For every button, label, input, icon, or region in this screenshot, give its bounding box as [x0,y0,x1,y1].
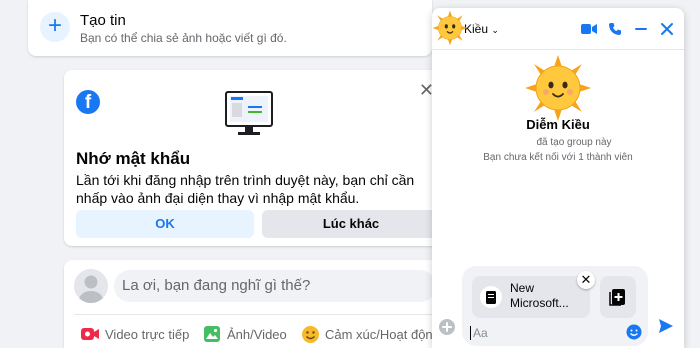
feeling-icon [300,325,320,343]
feeling-activity-label: Cảm xúc/Hoạt động [325,326,440,342]
send-icon[interactable] [658,318,674,334]
add-file-button[interactable] [600,276,636,318]
create-story-card[interactable]: + Tạo tin Bạn có thể chia sẻ ảnh hoặc vi… [28,0,432,56]
video-call-icon[interactable] [578,18,600,40]
connection-info-text: Bạn chưa kết nối với 1 thành viên [483,152,633,163]
remember-password-text: Lần tới khi đăng nhập trên trình duyệt n… [76,172,415,206]
live-video-button[interactable]: Video trực tiếp [80,322,189,346]
remove-attachment-icon[interactable]: ✕ [577,271,595,289]
chat-profile-name: Diễm Kiều [526,117,590,132]
photo-video-label: Ảnh/Video [227,326,287,342]
remember-password-card: f ✕ Nhớ mật khẩu Lần tới khi đăng nhập t… [64,70,440,246]
chat-header-name[interactable]: Kiều ⌄ [464,22,499,36]
group-sun-avatar[interactable] [524,54,592,122]
message-composer: New Microsoft... ✕ Aa [462,266,648,346]
live-video-icon [80,325,100,343]
remember-password-title: Nhớ mật khẩu [76,149,191,168]
attachment-name-line2: Microsoft... [510,296,569,310]
emoji-icon[interactable] [626,324,642,340]
live-video-label: Video trực tiếp [105,326,190,342]
whats-on-your-mind-input[interactable]: La ơi, bạn đang nghĩ gì thế? [114,270,436,302]
message-input[interactable]: Aa [470,326,488,340]
chat-window: Kiều ⌄ Diễm Kiều đã tạo group này Bạn ch… [432,8,684,348]
minimize-icon[interactable] [630,18,652,40]
add-story-icon[interactable]: + [40,12,70,42]
login-illustration-icon [225,91,273,135]
photo-video-button[interactable]: Ảnh/Video [202,322,287,346]
chat-header-avatar[interactable] [432,10,468,46]
plus-circle-icon[interactable] [438,318,456,336]
close-chat-icon[interactable] [656,18,678,40]
photo-icon [202,325,222,343]
later-button[interactable]: Lúc khác [262,210,440,238]
add-file-icon [609,289,625,306]
chat-header: Kiều ⌄ [432,8,684,50]
chevron-down-icon: ⌄ [491,25,499,35]
ok-button[interactable]: OK [76,210,254,238]
avatar[interactable] [74,269,108,303]
feeling-activity-button[interactable]: Cảm xúc/Hoạt động [300,322,440,346]
attachment-name: New Microsoft... [510,281,569,311]
file-attachment[interactable]: New Microsoft... [472,276,590,318]
default-avatar-icon [79,275,103,303]
facebook-logo-icon: f [76,90,100,114]
group-created-text: đã tạo group này [536,137,612,148]
create-story-subtitle: Bạn có thể chia sẻ ảnh hoặc viết gì đó. [80,31,287,45]
document-icon [480,286,502,308]
composer-divider [74,314,440,315]
phone-call-icon[interactable] [604,18,626,40]
post-composer: La ơi, bạn đang nghĩ gì thế? Video trực … [64,260,440,348]
attachment-name-line1: New [510,281,535,295]
create-story-title: Tạo tin [80,12,126,29]
